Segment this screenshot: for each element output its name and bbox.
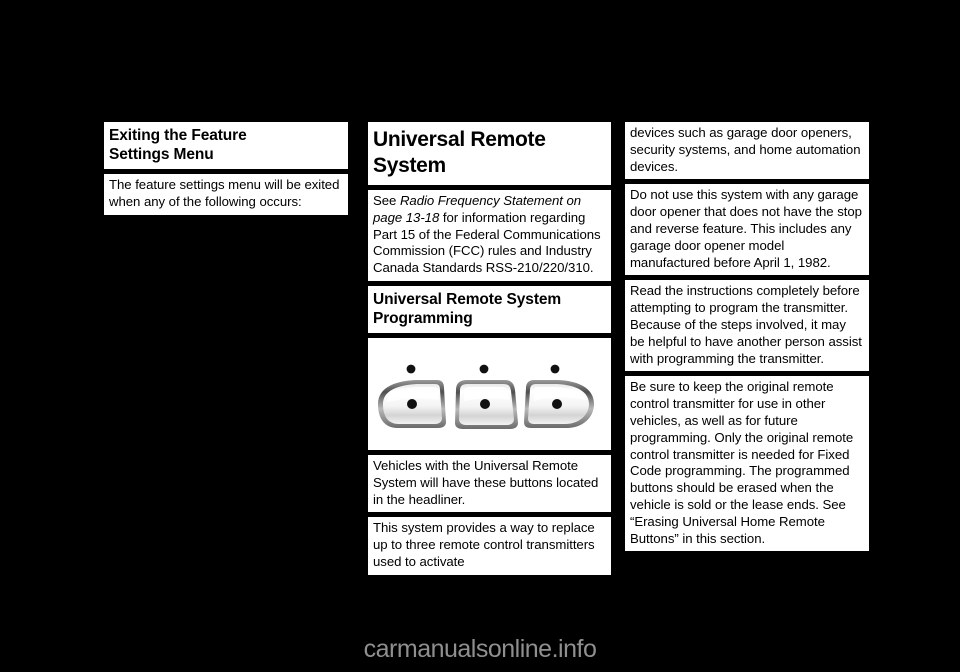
remote-buttons-illustration-svg xyxy=(378,364,594,429)
indicator-dot-icon xyxy=(406,364,416,374)
paragraph-supported-devices: devices such as garage door openers, sec… xyxy=(625,122,869,180)
heading-line: Universal Remote System xyxy=(373,290,562,308)
heading-universal-remote-system: Universal Remote System xyxy=(368,122,611,185)
paragraph-keep-original-transmitter: Be sure to keep the original remote cont… xyxy=(625,376,869,552)
figure-headliner-remote-buttons xyxy=(368,337,611,450)
heading-exiting-feature-settings-menu: Exiting the Feature Settings Menu xyxy=(104,122,348,169)
column-middle: Universal Remote System See Radio Freque… xyxy=(368,122,611,580)
button-dot-icon xyxy=(480,398,490,409)
heading-line: System xyxy=(373,154,446,177)
site-watermark: carmanualsonline.info xyxy=(363,635,597,663)
column-right: devices such as garage door openers, sec… xyxy=(625,122,869,556)
text-see-prefix: See xyxy=(373,193,400,208)
paragraph-read-instructions: Read the instructions completely before … xyxy=(625,280,869,372)
figure-canvas xyxy=(368,337,611,450)
button-dot-icon xyxy=(552,398,562,409)
paragraph-headliner-location: Vehicles with the Universal Remote Syste… xyxy=(368,454,611,513)
heading-line: Exiting the Feature xyxy=(109,127,247,144)
heading-line: Universal Remote xyxy=(373,128,546,151)
indicator-dot-icon xyxy=(479,364,489,374)
paragraph-exit-conditions: The feature settings menu will be exited… xyxy=(104,174,348,215)
heading-universal-remote-system-programming: Universal Remote System Programming xyxy=(368,285,611,333)
remote-button-3 xyxy=(524,379,594,428)
indicator-dot-icon xyxy=(550,364,560,374)
manual-page: Exiting the Feature Settings Menu The fe… xyxy=(0,0,960,672)
paragraph-system-replaces-transmitters: This system provides a way to replace up… xyxy=(368,517,611,575)
paragraph-radio-frequency-statement: See Radio Frequency Statement on page 13… xyxy=(368,190,611,281)
heading-line: Settings Menu xyxy=(109,146,214,163)
paragraph-stop-and-reverse-warning: Do not use this system with any garage d… xyxy=(625,184,869,276)
remote-button-2 xyxy=(455,379,518,429)
remote-button-1 xyxy=(378,379,446,428)
column-left: Exiting the Feature Settings Menu The fe… xyxy=(104,122,348,220)
heading-line: Programming xyxy=(373,309,473,327)
button-dot-icon xyxy=(407,398,417,409)
